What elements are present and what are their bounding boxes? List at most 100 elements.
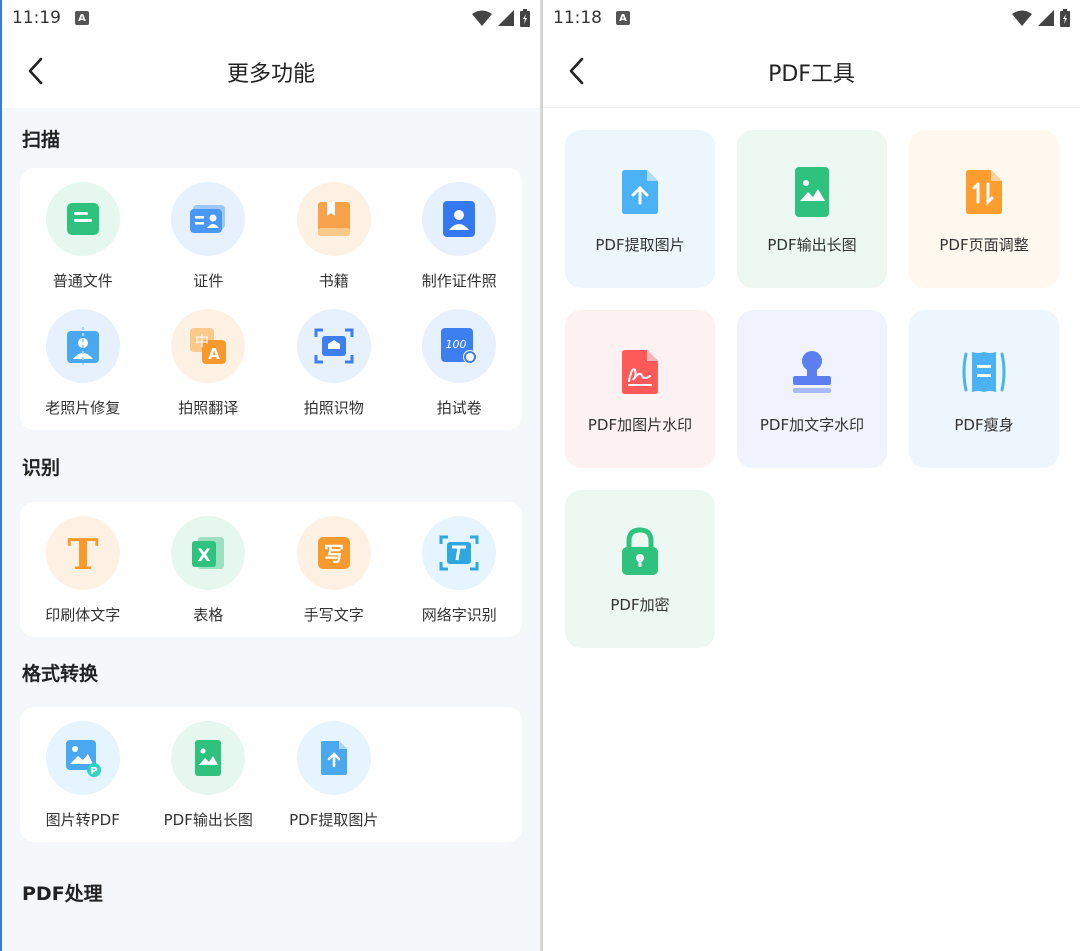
tile-label: 拍试卷 [436,399,482,417]
tile-label: 印刷体文字 [45,606,121,624]
tile-normal-document[interactable]: 普通文件 [20,182,146,291]
svg-text:X: X [198,546,211,566]
tile-label: 手写文字 [303,606,364,624]
tile-handwriting[interactable]: 写 手写文字 [271,516,397,625]
tile-label: 网络字识别 [421,606,497,624]
tool-pdf-image-watermark[interactable]: PDF加图片水印 [565,310,715,468]
pdf-tools-grid: PDF提取图片 PDF输出长图 PDF页面调整 PDF加图片水印 PDF加文字水… [565,130,1059,648]
left-screen: 11:19 A 更多功能 扫描 普通文件 证件 书籍 制作证件照 老照片修复 中… [0,0,540,951]
tile-exam-paper[interactable]: 100 拍试卷 [397,309,523,418]
id-photo-icon [443,201,476,237]
tile-label: 制作证件照 [421,272,497,290]
tool-label: PDF输出长图 [767,235,857,254]
tile-label: 普通文件 [52,272,113,290]
tile-image-to-pdf[interactable]: P 图片转PDF [20,721,146,830]
tool-label: PDF提取图片 [595,235,685,254]
tool-pdf-page-adjust[interactable]: PDF页面调整 [909,130,1059,288]
tile-id-photo[interactable]: 制作证件照 [397,182,523,291]
tile-book[interactable]: 书籍 [271,182,397,291]
tile-label: 证件 [193,272,224,290]
tool-pdf-long-image[interactable]: PDF输出长图 [737,130,887,288]
nav-bar: 更多功能 [2,36,540,108]
tool-pdf-slim[interactable]: PDF瘦身 [909,310,1059,468]
object-scan-icon [314,328,354,364]
tile-label: 拍照翻译 [178,399,239,417]
tile-id-card[interactable]: 证件 [146,182,272,291]
svg-text:P: P [90,766,97,777]
status-bar: 11:18 A [543,0,1080,36]
nav-bar: PDF工具 [543,36,1080,108]
convert-card: P 图片转PDF PDF输出长图 PDF提取图片 [20,707,522,842]
long-image-icon [195,740,222,776]
tile-pdf-long-image[interactable]: PDF输出长图 [146,721,272,830]
status-time: 11:19 [12,8,61,28]
back-button[interactable] [20,56,50,86]
tool-label: PDF页面调整 [939,235,1029,254]
notification-a-icon: A [75,11,89,25]
tile-label: 拍照识物 [303,399,364,417]
section-title-recognize: 识别 [22,456,61,479]
tile-label: PDF提取图片 [289,811,379,829]
svg-text:写: 写 [324,542,344,566]
battery-icon [520,9,530,27]
page-adjust-icon [966,169,1002,214]
scan-card: 普通文件 证件 书籍 制作证件照 老照片修复 中 A 拍照翻译 拍照识物 100… [20,168,522,430]
photo-repair-icon [66,327,99,365]
tile-label: 老照片修复 [45,399,121,417]
signal-icon [1038,10,1054,26]
tile-web-text[interactable]: 网络字识别 [397,516,523,625]
right-screen: 11:18 A PDF工具 PDF提取图片 PDF输出长图 PDF页面调整 PD… [542,0,1080,951]
section-title-scan: 扫描 [22,128,61,151]
tool-pdf-text-watermark[interactable]: PDF加文字水印 [737,310,887,468]
tile-label: 表格 [193,606,224,624]
tile-print-text[interactable]: T 印刷体文字 [20,516,146,625]
notification-a-icon: A [616,11,630,25]
signature-icon [622,349,658,394]
tile-photo-identify[interactable]: 拍照识物 [271,309,397,418]
tool-pdf-encrypt[interactable]: PDF加密 [565,490,715,648]
svg-text:A: A [208,345,220,363]
tile-photo-translate[interactable]: 中A 拍照翻译 [146,309,272,418]
book-icon [317,202,350,236]
svg-text:中: 中 [195,334,209,350]
tool-pdf-extract-image[interactable]: PDF提取图片 [565,130,715,288]
wifi-icon [472,10,492,26]
handwriting-icon: 写 [317,537,350,569]
tile-old-photo-repair[interactable]: 老照片修复 [20,309,146,418]
section-title-convert: 格式转换 [22,662,99,685]
tool-label: PDF加文字水印 [759,415,865,434]
image-to-pdf-icon: P [65,740,101,777]
stamp-icon [793,350,831,393]
wifi-icon [1012,10,1032,26]
page-title: PDF工具 [768,61,855,87]
id-card-icon [190,205,226,233]
letter-t-icon: T [67,533,98,573]
tile-pdf-extract-image[interactable]: PDF提取图片 [271,721,397,830]
status-time: 11:18 [553,8,602,28]
recognize-card: T 印刷体文字 X 表格 写 手写文字 网络字识别 [20,502,522,637]
tile-label: 图片转PDF [45,811,120,829]
extract-image-icon [622,169,658,214]
compress-icon [962,351,1006,392]
tool-label: PDF加密 [610,595,670,614]
excel-icon: X [192,537,225,569]
chevron-left-icon [28,57,43,85]
tool-label: PDF瘦身 [954,415,1014,434]
section-title-pdf-process: PDF处理 [22,883,103,905]
chevron-left-icon [569,57,584,85]
translate-icon: 中A [190,328,227,364]
battery-icon [1060,9,1070,27]
scan-text-icon [439,535,479,571]
tool-label: PDF加图片水印 [587,415,693,434]
long-image-icon [795,166,829,217]
tile-label: 书籍 [318,272,349,290]
tile-table[interactable]: X 表格 [146,516,272,625]
lock-icon [622,526,658,575]
tile-label: PDF输出长图 [163,811,253,829]
svg-text:T: T [67,533,98,573]
svg-text:100: 100 [446,338,467,351]
back-button[interactable] [561,56,591,86]
page-title: 更多功能 [226,62,315,87]
signal-icon [498,10,514,26]
document-icon [66,203,99,235]
